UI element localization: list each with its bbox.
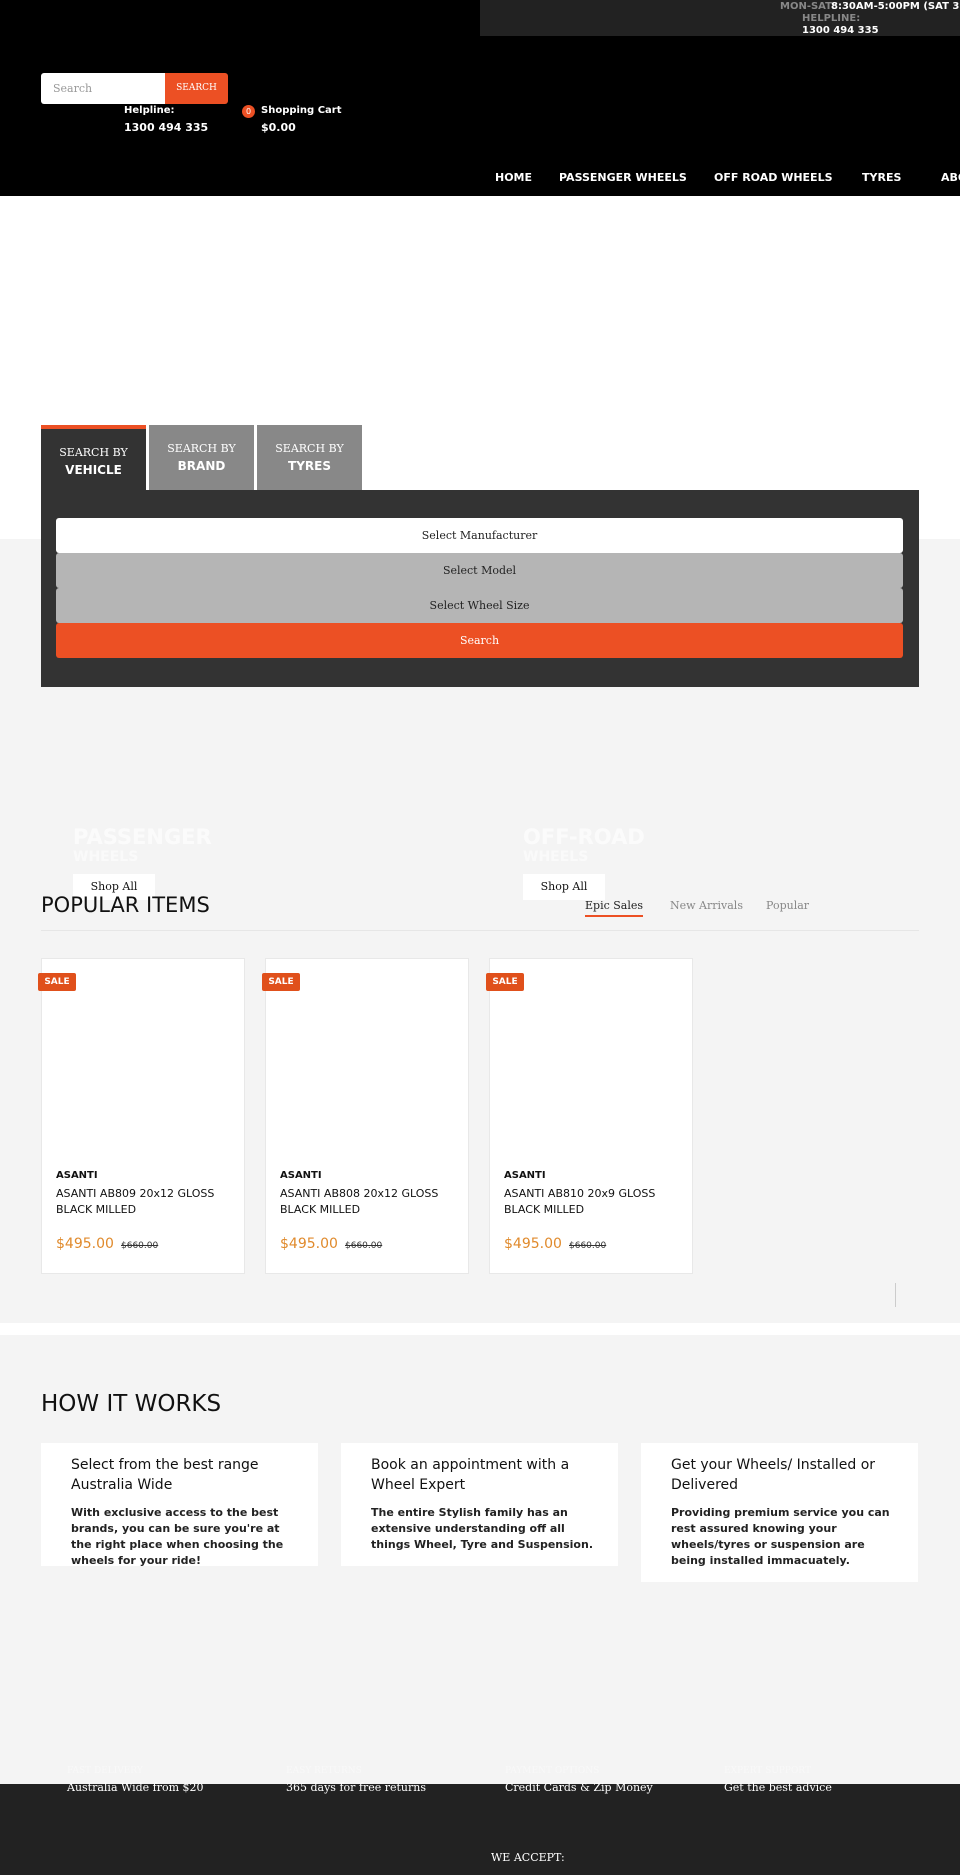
feature-title: EASY RETURNS — [286, 1766, 362, 1776]
feature-text: 365 days for free returns — [286, 1781, 427, 1794]
select-model[interactable]: Select Model — [56, 553, 903, 588]
nav-about[interactable]: ABO — [941, 171, 960, 184]
tab-search-by-tyres[interactable]: SEARCH BY TYRES — [257, 425, 362, 490]
tab-small-label: SEARCH BY — [275, 442, 344, 455]
nav-passenger-wheels[interactable]: PASSENGER WHEELS — [559, 171, 687, 184]
feature-title: FAST DELIVERY — [67, 1766, 143, 1776]
select-wheel-size[interactable]: Select Wheel Size — [56, 588, 903, 623]
sale-badge: SALE — [38, 973, 76, 991]
tab-popular[interactable]: Popular — [766, 899, 809, 912]
top-info-bar: MON-SAT: 8:30AM-5:00PM (SAT 3:00PM HELPL… — [480, 0, 960, 36]
how-step-text: Providing premium service you can rest a… — [671, 1506, 890, 1567]
product-old-price: $660.00 — [345, 1241, 383, 1251]
product-price: $495.00 — [504, 1236, 562, 1252]
hours-value: 8:30AM-5:00PM (SAT 3:00PM — [831, 1, 960, 12]
nav-home[interactable]: HOME — [495, 171, 532, 184]
nav-off-road-wheels[interactable]: OFF ROAD WHEELS — [714, 171, 833, 184]
feature-title: PAYMENT OPTIONS — [505, 1766, 600, 1776]
tab-big-label: BRAND — [177, 459, 226, 473]
product-old-price: $660.00 — [121, 1241, 159, 1251]
product-old-price: $660.00 — [569, 1241, 607, 1251]
how-step-heading: Select from the best range Australia Wid… — [71, 1457, 259, 1493]
nav-tyres[interactable]: TYRES — [862, 171, 901, 184]
product-price: $495.00 — [56, 1236, 114, 1252]
shopping-cart-link[interactable]: Shopping Cart — [261, 105, 342, 116]
product-name[interactable]: ASANTI AB809 20x12 GLOSS BLACK MILLED — [56, 1186, 226, 1218]
tab-search-by-vehicle[interactable]: SEARCH BY VEHICLE — [41, 425, 146, 490]
product-price: $495.00 — [280, 1236, 338, 1252]
site-footer — [0, 1784, 960, 1875]
category-subtitle-offroad: WHEELS — [523, 849, 589, 865]
how-step-card: Book an appointment with a Wheel Expert … — [341, 1443, 618, 1566]
tab-small-label: SEARCH BY — [59, 446, 128, 459]
finder-search-button[interactable]: Search — [56, 623, 903, 658]
section-separator — [0, 1323, 960, 1335]
how-it-works-title: HOW IT WORKS — [41, 1391, 222, 1417]
how-step-text: With exclusive access to the best brands… — [71, 1506, 284, 1567]
top-helpline-label: HELPLINE: — [802, 13, 861, 24]
hours-label: MON-SAT: — [780, 1, 836, 12]
category-title-offroad: OFF-ROAD — [523, 825, 645, 849]
helpline-number[interactable]: 1300 494 335 — [124, 121, 208, 134]
tab-new-arrivals[interactable]: New Arrivals — [670, 899, 743, 912]
top-helpline-number[interactable]: 1300 494 335 — [802, 25, 879, 36]
shop-all-offroad-button[interactable]: Shop All — [523, 874, 605, 900]
product-brand: ASANTI — [504, 1170, 546, 1181]
product-card[interactable] — [41, 958, 245, 1274]
feature-text: Credit Cards & Zip Money — [505, 1781, 653, 1794]
how-step-card: Get your Wheels/ Installed or Delivered … — [641, 1443, 918, 1582]
tab-small-label: SEARCH BY — [167, 442, 236, 455]
how-step-heading: Get your Wheels/ Installed or Delivered — [671, 1457, 876, 1493]
carousel-divider — [895, 1283, 896, 1307]
product-brand: ASANTI — [56, 1170, 98, 1181]
tab-search-by-brand[interactable]: SEARCH BY BRAND — [149, 425, 254, 490]
category-subtitle-passenger: WHEELS — [73, 849, 139, 865]
category-title-passenger: PASSENGER — [73, 825, 212, 849]
product-card[interactable] — [489, 958, 693, 1274]
section-divider — [41, 930, 919, 931]
we-accept-label: WE ACCEPT: — [491, 1851, 565, 1864]
how-step-card: Select from the best range Australia Wid… — [41, 1443, 318, 1567]
feature-title: EXPERT SUPPORT — [724, 1766, 811, 1776]
helpline-label: Helpline: — [124, 105, 175, 116]
feature-text: Australia Wide from $20 — [67, 1781, 204, 1794]
cart-total: $0.00 — [261, 121, 296, 134]
select-manufacturer[interactable]: Select Manufacturer — [56, 518, 903, 553]
tab-big-label: TYRES — [288, 459, 331, 473]
product-name[interactable]: ASANTI AB810 20x9 GLOSS BLACK MILLED — [504, 1186, 674, 1218]
sale-badge: SALE — [262, 973, 300, 991]
popular-items-title: POPULAR ITEMS — [41, 893, 210, 917]
how-step-heading: Book an appointment with a Wheel Expert — [371, 1457, 570, 1493]
search-input[interactable]: Search — [41, 73, 165, 104]
how-step-text: The entire Stylish family has an extensi… — [371, 1506, 593, 1551]
tab-epic-sales[interactable]: Epic Sales — [585, 899, 644, 917]
sale-badge: SALE — [486, 973, 524, 991]
search-button[interactable]: SEARCH — [165, 73, 228, 104]
tab-big-label: VEHICLE — [65, 463, 122, 477]
product-brand: ASANTI — [280, 1170, 322, 1181]
cart-count-badge[interactable]: 0 — [242, 105, 255, 118]
product-name[interactable]: ASANTI AB808 20x12 GLOSS BLACK MILLED — [280, 1186, 450, 1218]
product-card[interactable] — [265, 958, 469, 1274]
feature-text: Get the best advice — [724, 1781, 832, 1794]
